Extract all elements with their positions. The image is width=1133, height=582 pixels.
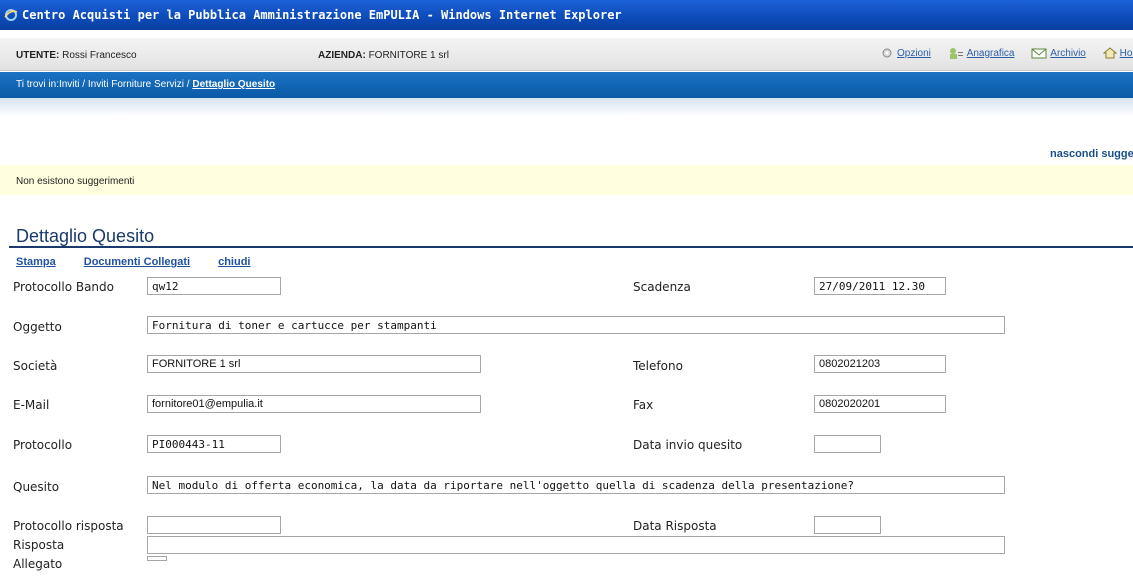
- user-card-icon: [949, 48, 963, 59]
- close-link[interactable]: chiudi: [218, 256, 250, 268]
- scadenza-field[interactable]: 27/09/2011 12.30: [814, 277, 946, 295]
- page-title: Dettaglio Quesito: [16, 226, 155, 246]
- window-titlebar: Centro Acquisti per la Pubblica Amminist…: [0, 0, 1133, 30]
- suggestions-message: Non esistono suggerimenti: [16, 176, 135, 187]
- home-icon: [1102, 47, 1117, 59]
- protocollo-field[interactable]: PI000443-11: [147, 435, 281, 453]
- data-risposta-field[interactable]: [814, 516, 881, 534]
- title-divider: [9, 246, 1133, 248]
- hide-suggestions-link[interactable]: nascondi suggerimenti: [1050, 148, 1133, 160]
- oggetto-field[interactable]: Fornitura di toner e cartucce per stampa…: [147, 316, 1005, 334]
- allegato-field[interactable]: [147, 556, 167, 561]
- top-links: Opzioni Anagrafica Archivio Home: [880, 46, 1133, 63]
- company-info: AZIENDA: FORNITORE 1 srl: [318, 50, 449, 61]
- data-invio-field[interactable]: [814, 435, 881, 453]
- header-shadow: [0, 98, 1133, 116]
- anagrafica-link[interactable]: Anagrafica: [948, 46, 1015, 60]
- action-links: Stampa Documenti Collegati chiudi: [16, 256, 278, 268]
- protocollo-bando-label: Protocollo Bando: [13, 280, 114, 294]
- quesito-field[interactable]: Nel modulo di offerta economica, la data…: [147, 476, 1005, 494]
- related-documents-link[interactable]: Documenti Collegati: [84, 256, 190, 268]
- archivio-link[interactable]: Archivio: [1031, 46, 1086, 60]
- risposta-field[interactable]: [147, 536, 1005, 554]
- societa-label: Società: [13, 359, 58, 373]
- fax-label: Fax: [633, 398, 654, 412]
- protocollo-label: Protocollo: [13, 438, 73, 452]
- data-risposta-label: Data Risposta: [633, 519, 717, 533]
- options-link[interactable]: Opzioni: [880, 46, 931, 60]
- quesito-label: Quesito: [13, 480, 60, 494]
- suggestions-box: Non esistono suggerimenti: [0, 165, 1133, 195]
- risposta-label: Risposta: [13, 538, 65, 552]
- protocollo-bando-field[interactable]: qw12: [147, 277, 281, 295]
- mail-icon: [1031, 48, 1047, 59]
- email-field[interactable]: fornitore01@empulia.it: [147, 395, 481, 413]
- allegato-label: Allegato: [13, 557, 63, 571]
- protocollo-risposta-field[interactable]: [147, 516, 281, 534]
- data-invio-label: Data invio quesito: [633, 438, 743, 452]
- protocollo-risposta-label: Protocollo risposta: [13, 519, 124, 533]
- gear-icon: [882, 48, 892, 58]
- window-title: Centro Acquisti per la Pubblica Amminist…: [22, 8, 622, 22]
- societa-field[interactable]: FORNITORE 1 srl: [147, 355, 481, 373]
- telefono-label: Telefono: [633, 359, 683, 373]
- oggetto-label: Oggetto: [13, 320, 62, 334]
- user-bar: UTENTE: Rossi Francesco AZIENDA: FORNITO…: [0, 38, 1133, 71]
- breadcrumb-path[interactable]: Ti trovi in:Inviti / Inviti Forniture Se…: [16, 79, 192, 90]
- email-label: E-Mail: [13, 398, 50, 412]
- internet-explorer-icon: [4, 8, 18, 22]
- scadenza-label: Scadenza: [633, 280, 691, 294]
- breadcrumb: Ti trovi in:Inviti / Inviti Forniture Se…: [0, 72, 1133, 98]
- user-info: UTENTE: Rossi Francesco: [16, 50, 137, 61]
- fax-field[interactable]: 0802020201: [814, 395, 946, 413]
- home-link[interactable]: Home: [1102, 46, 1133, 60]
- print-link[interactable]: Stampa: [16, 256, 56, 268]
- telefono-field[interactable]: 0802021203: [814, 355, 946, 373]
- breadcrumb-current[interactable]: Dettaglio Quesito: [192, 79, 275, 90]
